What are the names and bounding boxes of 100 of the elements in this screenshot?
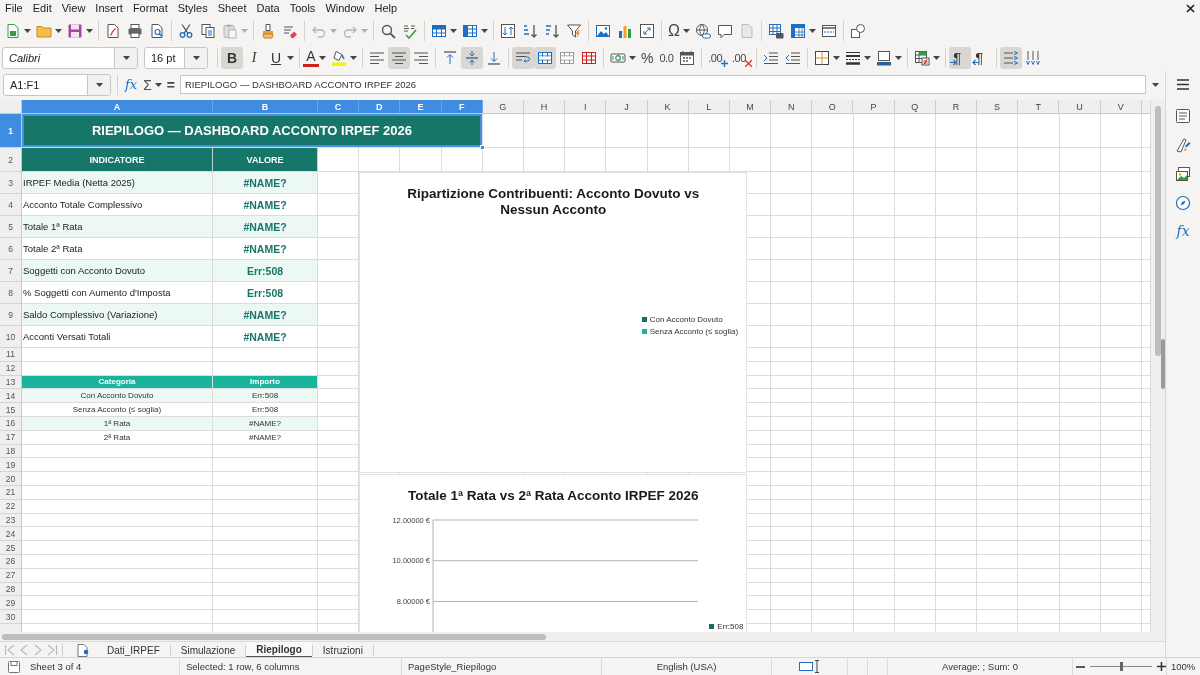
menu-item[interactable]: Data — [251, 1, 285, 16]
caret-icon[interactable] — [319, 55, 326, 60]
close-icon[interactable] — [1186, 4, 1195, 13]
title-cell[interactable]: RIEPILOGO — DASHBOARD ACCONTO IRPEF 2026 — [22, 114, 483, 148]
row-header[interactable]: 25 — [0, 541, 22, 555]
row-header[interactable]: 5 — [0, 216, 22, 238]
document-icon[interactable] — [105, 22, 121, 39]
paragraph-ltr-button[interactable]: ¶ — [948, 46, 971, 69]
sheet-tab[interactable]: Simulazione — [170, 642, 246, 658]
vertical-align-center-button[interactable] — [461, 46, 483, 69]
brush-icon[interactable] — [1175, 137, 1191, 153]
border-style-icon[interactable] — [844, 49, 861, 66]
caret-icon[interactable] — [629, 55, 636, 60]
column-heading-cell[interactable]: INDICATORE — [22, 148, 213, 172]
window-icon[interactable] — [820, 22, 837, 39]
zoom-in-icon[interactable] — [1157, 662, 1166, 671]
row-header[interactable]: 7 — [0, 260, 22, 282]
category-cell[interactable]: Con Acconto Dovuto — [22, 389, 213, 404]
comment-icon[interactable] — [716, 22, 733, 39]
dropdown-button[interactable] — [184, 47, 207, 68]
sheet-tab[interactable]: Istruzioni — [312, 642, 373, 658]
menu-icon[interactable] — [1176, 78, 1190, 91]
menu-item[interactable]: Tools — [284, 1, 321, 16]
name-box[interactable]: A1:F1 — [3, 73, 111, 96]
zoom-text[interactable]: 100% — [1171, 661, 1196, 672]
collapse-handle-icon[interactable] — [1161, 339, 1165, 389]
dropdown-button[interactable] — [87, 74, 110, 95]
bold-button[interactable]: B — [221, 46, 243, 69]
sort-ascending-icon[interactable] — [522, 22, 538, 39]
delete-decimal-button[interactable]: .00 — [730, 46, 752, 69]
italic-button[interactable]: I — [243, 46, 265, 69]
caret-icon[interactable] — [287, 55, 294, 60]
paragraph-rtl-button[interactable]: ¶ — [970, 46, 993, 69]
column-header[interactable]: J — [606, 100, 648, 113]
search-icon[interactable] — [380, 22, 396, 39]
row-header[interactable]: 15 — [0, 403, 22, 417]
dropdown-button[interactable] — [114, 47, 137, 68]
scrollbar-thumb[interactable] — [2, 633, 546, 640]
menu-item[interactable]: Format — [127, 1, 173, 16]
scrollbar-thumb[interactable] — [1155, 106, 1161, 356]
cut-icon[interactable] — [178, 22, 194, 39]
row-header[interactable]: 11 — [0, 348, 22, 362]
row-header[interactable]: 4 — [0, 194, 22, 216]
menu-item[interactable]: Sheet — [212, 1, 252, 16]
table-column-icon[interactable] — [462, 22, 478, 39]
save-icon[interactable] — [67, 22, 83, 39]
row-header[interactable]: 3 — [0, 172, 22, 194]
pie-chart[interactable]: Ripartizione Contribuenti: Acconto Dovuto vs Nessun Acconto Con Acconto Dovuto Senza Acconto (≤ soglia) — [359, 172, 748, 473]
indicator-label-cell[interactable]: Saldo Complessivo (Variazione) — [22, 304, 213, 326]
borders-icon[interactable] — [813, 49, 830, 66]
caret-icon[interactable] — [350, 55, 357, 60]
amount-cell[interactable]: Err:508 — [213, 389, 318, 404]
indicator-value-cell[interactable]: #NAME? — [213, 304, 318, 326]
zoom-slider-thumb[interactable] — [1119, 662, 1123, 671]
menu-item[interactable]: Styles — [172, 1, 213, 16]
add-decimal-button[interactable]: .00 — [706, 46, 729, 69]
column-header[interactable]: H — [523, 100, 566, 113]
column-header[interactable]: T — [1018, 100, 1060, 113]
sum-button[interactable]: Σ — [141, 73, 154, 96]
formula-input-field[interactable]: RIEPILOGO — DASHBOARD ACCONTO IRPEF 2026 — [180, 75, 1146, 94]
selection-mode-icon[interactable] — [799, 659, 820, 674]
menu-item[interactable]: Window — [320, 1, 370, 16]
indent-increase-icon[interactable] — [762, 49, 779, 66]
table-row-icon[interactable] — [431, 22, 447, 39]
grid-icon[interactable] — [789, 22, 806, 39]
menu-item[interactable]: View — [56, 1, 91, 16]
column-header[interactable]: S — [977, 100, 1019, 113]
row-header[interactable]: 10 — [0, 326, 22, 348]
indent-decrease-icon[interactable] — [784, 49, 801, 66]
diagonal-arrows-icon[interactable] — [639, 22, 655, 39]
number-format-button[interactable]: 0.0 — [657, 46, 676, 69]
column-header[interactable]: N — [771, 100, 813, 113]
wrap-text-button[interactable] — [512, 46, 534, 69]
indicator-label-cell[interactable]: Totale 1ª Rata — [22, 216, 213, 238]
paintbrush-icon[interactable] — [260, 22, 276, 39]
percent-button[interactable]: % — [639, 46, 656, 69]
properties-icon[interactable] — [1175, 108, 1191, 124]
row-header[interactable]: 8 — [0, 282, 22, 304]
sheet-tab[interactable]: Dati_IRPEF — [97, 642, 170, 658]
grid-printer-icon[interactable] — [767, 22, 784, 39]
column-header[interactable]: L — [688, 100, 730, 113]
caret-icon[interactable] — [86, 28, 93, 33]
conditional-format-icon[interactable] — [913, 49, 930, 66]
menu-item[interactable]: Edit — [27, 1, 57, 16]
column-header[interactable]: V — [1100, 100, 1142, 113]
caret-icon[interactable] — [24, 28, 31, 33]
printer-icon[interactable] — [127, 22, 143, 39]
menu-item[interactable]: Help — [369, 1, 403, 16]
caret-icon[interactable] — [450, 28, 457, 33]
sort-descending-icon[interactable] — [544, 22, 560, 39]
indicator-value-cell[interactable]: #NAME? — [213, 172, 318, 194]
functions-button[interactable]: fx — [1174, 220, 1192, 242]
grid-icon[interactable] — [559, 49, 575, 66]
caret-icon[interactable] — [863, 55, 871, 60]
column-header[interactable]: G — [482, 100, 524, 113]
copy-icon[interactable] — [200, 22, 216, 39]
caret-icon[interactable] — [832, 55, 840, 60]
shapes-icon[interactable] — [849, 22, 866, 39]
row-header[interactable]: 6 — [0, 238, 22, 260]
calendar-icon[interactable] — [679, 49, 696, 66]
